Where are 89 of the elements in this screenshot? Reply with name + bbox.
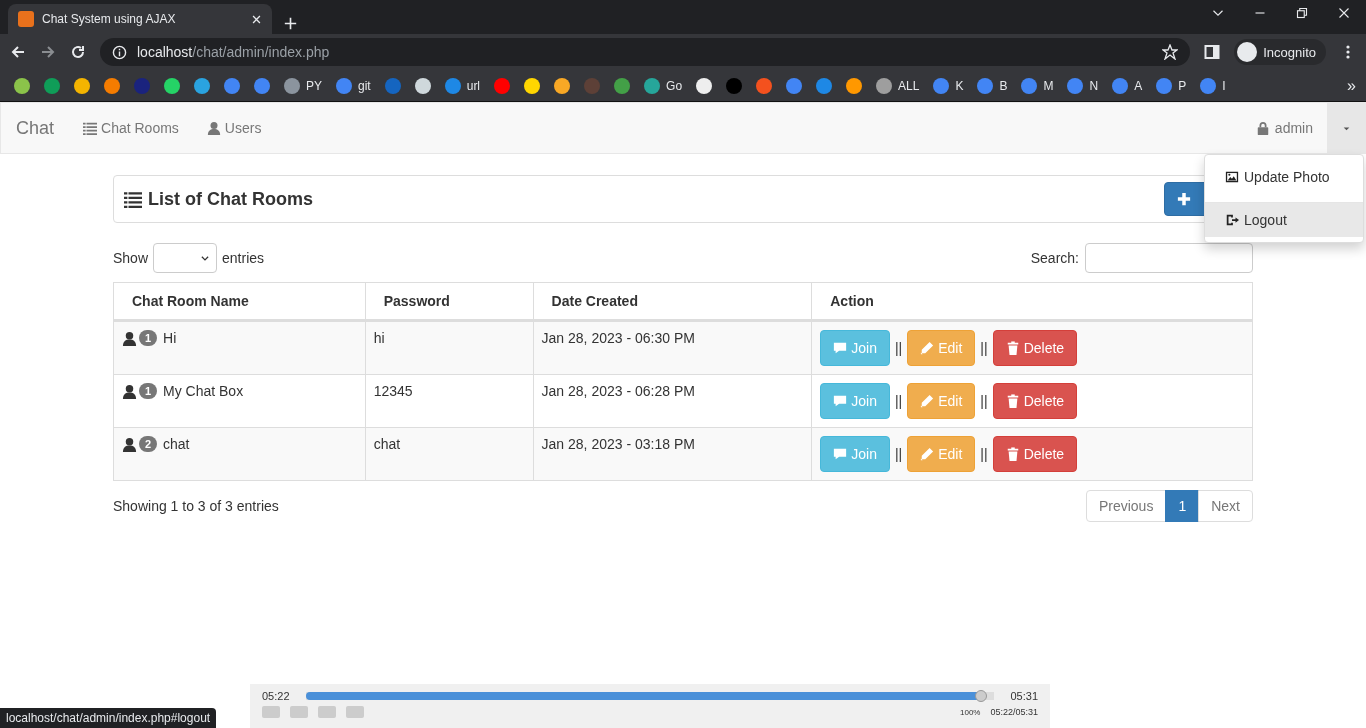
table-cell: Jan 28, 2023 - 06:28 PM	[533, 374, 812, 428]
bookmark[interactable]: K	[929, 77, 968, 94]
chevron-down-icon	[200, 253, 211, 263]
trash-icon	[1005, 394, 1020, 408]
nav-link[interactable]: Users	[192, 120, 276, 136]
search-label: Search:	[1030, 250, 1079, 266]
show-label: Show	[113, 250, 149, 266]
menu-item[interactable]: Update Photo	[1205, 160, 1363, 194]
speech-bubble-icon	[833, 341, 848, 355]
list-icon	[83, 121, 98, 135]
pencil-icon	[920, 341, 935, 355]
separator-text: ||	[980, 393, 988, 409]
list-icon	[124, 190, 142, 208]
logout-icon	[1225, 213, 1239, 227]
brand-link[interactable]: Chat	[1, 117, 70, 139]
bookmark[interactable]: I	[1196, 77, 1230, 94]
elapsed-time: 05:22	[262, 690, 290, 702]
delete-button[interactable]: Delete	[992, 330, 1078, 366]
clock-label: 05:22/05:31	[990, 707, 1038, 717]
bookmark[interactable]: ALL	[872, 77, 924, 94]
separator-text: ||	[980, 446, 988, 462]
speech-bubble-icon	[833, 394, 848, 408]
bookmark[interactable]: M	[1017, 77, 1058, 94]
member-count-badge: 1	[139, 330, 158, 346]
room-name: Hi	[162, 330, 177, 346]
member-count-badge: 1	[139, 383, 158, 399]
incognito-profile-button[interactable]: Incognito	[1234, 39, 1326, 65]
close-icon	[251, 13, 262, 25]
room-name: chat	[162, 436, 190, 452]
bookmark[interactable]: N	[1063, 77, 1103, 94]
total-time: 05:31	[1010, 690, 1038, 702]
delete-button[interactable]: Delete	[992, 436, 1078, 472]
side-panel-icon	[1204, 44, 1221, 60]
table-cell: hi	[365, 320, 534, 375]
page-link[interactable]: 1	[1165, 490, 1200, 522]
bookmark[interactable]: A	[1108, 77, 1147, 94]
speech-bubble-icon	[833, 447, 848, 461]
dropdown-toggle[interactable]	[1327, 103, 1365, 153]
trash-icon	[1005, 341, 1020, 355]
user-icon	[122, 383, 137, 399]
more-bookmarks-button[interactable]: »	[1347, 76, 1356, 95]
entries-label: entries	[222, 250, 265, 266]
search-field[interactable]	[1085, 243, 1253, 273]
user-icon	[122, 330, 137, 346]
lock-icon	[1255, 121, 1270, 135]
info-icon	[112, 44, 127, 60]
room-name: My Chat Box	[162, 383, 244, 399]
delete-button[interactable]: Delete	[992, 383, 1078, 419]
new-tab-icon	[284, 17, 297, 30]
nav-link[interactable]: Chat Rooms	[69, 120, 193, 136]
table-info: Showing 1 to 3 of 3 entries	[113, 498, 279, 514]
app-favicon-icon	[18, 11, 34, 27]
separator-text: ||	[894, 393, 903, 409]
separator-text: ||	[894, 340, 903, 356]
volume-label: 100%	[960, 707, 981, 717]
page-link[interactable]: Next	[1198, 490, 1253, 522]
progress-track[interactable]	[305, 690, 995, 702]
table-cell: Jan 28, 2023 - 06:30 PM	[533, 320, 812, 375]
bookmark[interactable]: PY	[280, 77, 326, 94]
separator-text: ||	[894, 446, 903, 462]
star-icon	[1162, 44, 1179, 60]
user-icon	[122, 436, 137, 452]
menu-item[interactable]: Logout	[1205, 202, 1363, 237]
address-bar[interactable]: localhost/chat/admin/index.php	[100, 38, 1191, 66]
table-cell: Jan 28, 2023 - 03:18 PM	[533, 427, 812, 481]
image-icon	[1225, 170, 1239, 184]
bookmark[interactable]: P	[1152, 77, 1191, 94]
forward-icon	[40, 44, 56, 60]
panel-title: List of Chat Rooms	[148, 188, 313, 210]
user-icon	[206, 121, 221, 135]
bookmark[interactable]: Go	[640, 77, 687, 94]
separator-text: ||	[980, 340, 988, 356]
restore-icon	[1296, 7, 1308, 19]
browser-tab[interactable]: Chat System using AJAX	[8, 4, 272, 34]
table-cell: chat	[365, 427, 534, 481]
bookmark[interactable]: B	[973, 77, 1012, 94]
pencil-icon	[920, 447, 935, 461]
bookmark[interactable]: git	[332, 77, 375, 94]
reload-icon	[70, 44, 86, 60]
status-url: localhost/chat/admin/index.php#logout	[0, 708, 217, 728]
bookmark[interactable]: url	[440, 77, 485, 94]
back-icon	[10, 44, 26, 60]
trash-icon	[1005, 447, 1020, 461]
table-cell: 12345	[365, 374, 534, 428]
user-link[interactable]: admin	[1241, 103, 1327, 153]
member-count-badge: 2	[139, 436, 158, 452]
pencil-icon	[920, 394, 935, 408]
close-icon	[1338, 7, 1350, 19]
plus-icon	[1177, 192, 1191, 206]
